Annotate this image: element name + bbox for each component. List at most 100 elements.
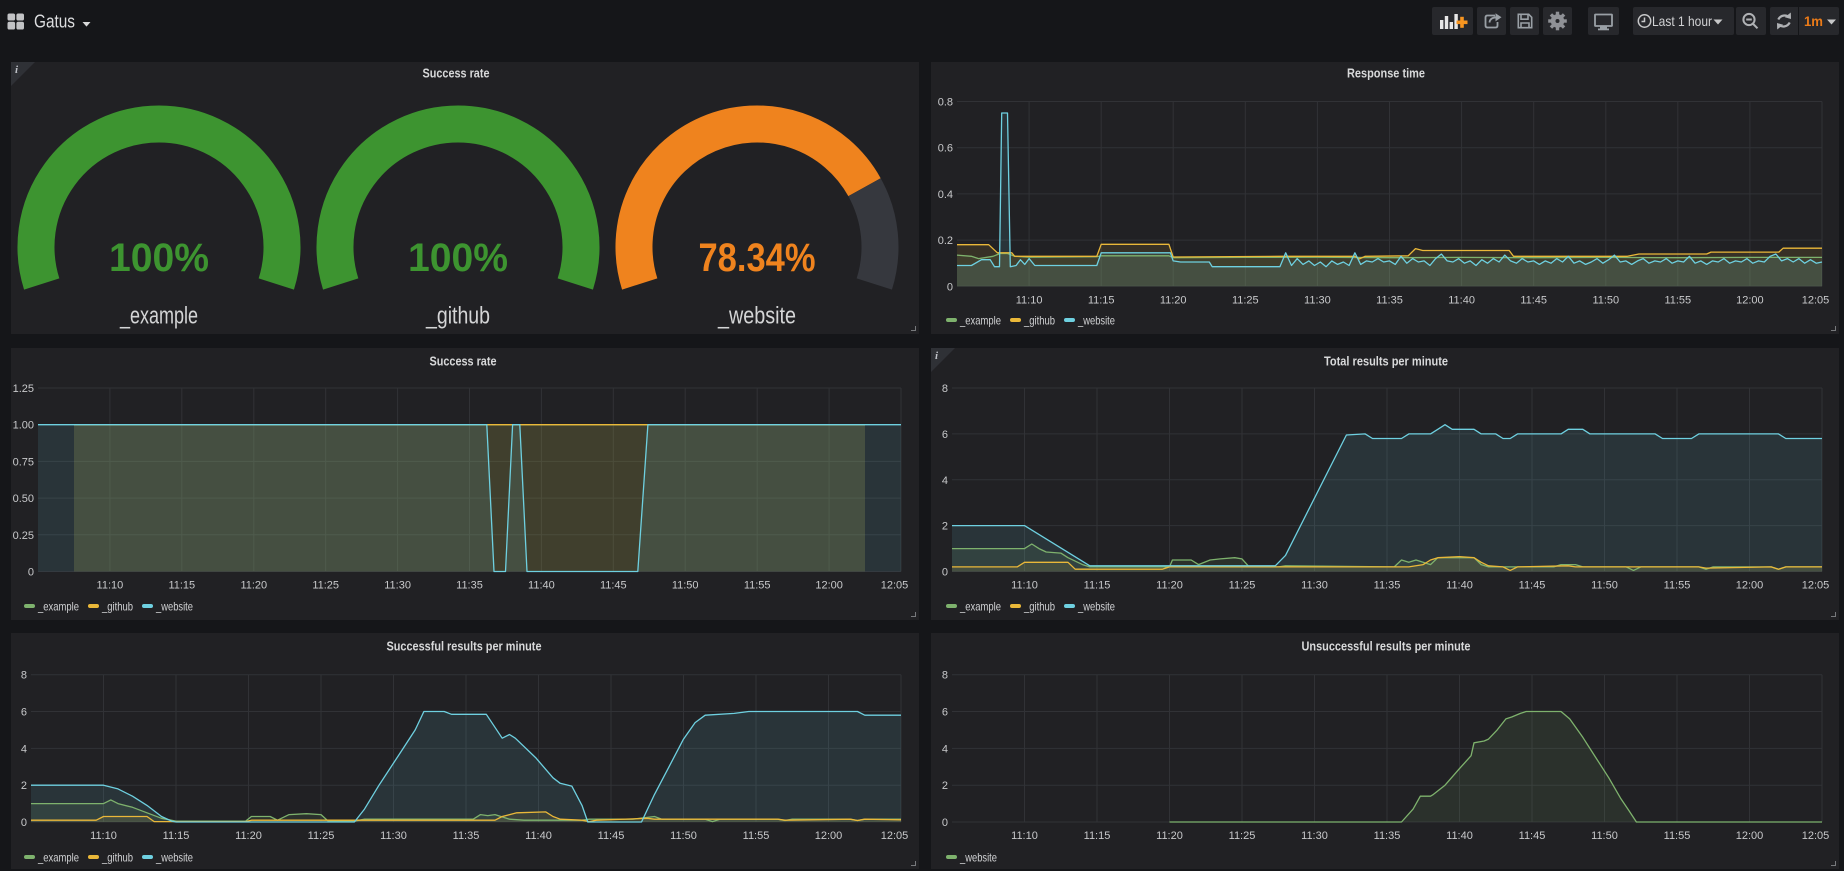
- svg-text:11:30: 11:30: [380, 830, 407, 842]
- svg-text:8: 8: [942, 670, 948, 682]
- svg-text:11:25: 11:25: [312, 580, 339, 592]
- svg-text:11:35: 11:35: [456, 580, 483, 592]
- svg-text:11:15: 11:15: [1084, 580, 1111, 592]
- svg-text:11:55: 11:55: [1664, 294, 1691, 306]
- svg-text:11:45: 11:45: [1519, 830, 1546, 842]
- svg-text:11:50: 11:50: [1591, 830, 1618, 842]
- svg-text:11:25: 11:25: [308, 830, 335, 842]
- svg-text:0: 0: [942, 817, 948, 829]
- svg-text:_github: _github: [101, 599, 133, 613]
- svg-text:12:05: 12:05: [881, 830, 909, 842]
- svg-text:0: 0: [942, 566, 948, 578]
- svg-text:11:45: 11:45: [1520, 294, 1547, 306]
- svg-text:11:15: 11:15: [168, 580, 195, 592]
- svg-text:12:05: 12:05: [1802, 830, 1830, 842]
- svg-text:11:50: 11:50: [670, 830, 697, 842]
- svg-text:11:20: 11:20: [1156, 830, 1183, 842]
- svg-text:2: 2: [21, 780, 27, 792]
- svg-text:12:00: 12:00: [815, 830, 843, 842]
- svg-text:11:20: 11:20: [1160, 294, 1187, 306]
- svg-text:11:20: 11:20: [1156, 580, 1183, 592]
- svg-text:_example: _example: [119, 303, 198, 330]
- svg-text:_example: _example: [37, 599, 79, 613]
- svg-text:11:40: 11:40: [1446, 580, 1473, 592]
- svg-text:12:05: 12:05: [881, 580, 909, 592]
- svg-text:0: 0: [21, 817, 27, 829]
- svg-text:11:40: 11:40: [1446, 830, 1473, 842]
- svg-text:11:55: 11:55: [1664, 830, 1691, 842]
- svg-text:11:55: 11:55: [744, 580, 771, 592]
- svg-text:2: 2: [942, 780, 948, 792]
- svg-text:_website: _website: [155, 850, 193, 864]
- svg-text:11:40: 11:40: [528, 580, 555, 592]
- svg-text:11:25: 11:25: [1229, 580, 1256, 592]
- svg-text:0.50: 0.50: [13, 493, 34, 505]
- svg-text:11:20: 11:20: [240, 580, 267, 592]
- svg-text:_example: _example: [37, 850, 79, 864]
- svg-text:Successful results per minute: Successful results per minute: [387, 639, 542, 654]
- svg-text:4: 4: [942, 475, 948, 487]
- svg-text:11:35: 11:35: [453, 830, 480, 842]
- svg-text:11:50: 11:50: [1592, 294, 1619, 306]
- svg-text:Unsuccessful results per minut: Unsuccessful results per minute: [1302, 639, 1471, 654]
- svg-text:4: 4: [942, 743, 948, 755]
- svg-text:11:30: 11:30: [1304, 294, 1331, 306]
- svg-text:11:55: 11:55: [743, 830, 770, 842]
- svg-text:11:40: 11:40: [1448, 294, 1475, 306]
- svg-text:11:45: 11:45: [600, 580, 627, 592]
- svg-text:11:45: 11:45: [598, 830, 625, 842]
- svg-text:12:00: 12:00: [815, 580, 843, 592]
- svg-text:11:10: 11:10: [1011, 580, 1038, 592]
- svg-text:8: 8: [21, 670, 27, 682]
- svg-text:_website: _website: [959, 850, 997, 864]
- svg-text:_github: _github: [1023, 599, 1055, 613]
- svg-text:11:30: 11:30: [384, 580, 411, 592]
- svg-text:Success rate: Success rate: [430, 354, 497, 369]
- svg-text:1m: 1m: [1804, 13, 1823, 29]
- svg-text:_website: _website: [155, 599, 193, 613]
- svg-text:11:15: 11:15: [163, 830, 190, 842]
- svg-text:_github: _github: [425, 303, 490, 330]
- svg-text:1.00: 1.00: [13, 420, 34, 432]
- svg-text:_website: _website: [717, 303, 796, 330]
- svg-text:11:30: 11:30: [1301, 830, 1328, 842]
- svg-text:1.25: 1.25: [13, 383, 34, 395]
- svg-text:11:25: 11:25: [1232, 294, 1259, 306]
- svg-text:Total results per minute: Total results per minute: [1324, 354, 1448, 369]
- svg-text:6: 6: [21, 706, 27, 718]
- svg-text:11:10: 11:10: [1016, 294, 1043, 306]
- svg-text:11:10: 11:10: [1011, 830, 1038, 842]
- svg-text:0.4: 0.4: [938, 189, 953, 201]
- svg-text:11:20: 11:20: [235, 830, 262, 842]
- svg-text:Gatus: Gatus: [34, 12, 75, 32]
- svg-text:0.75: 0.75: [13, 456, 34, 468]
- svg-text:11:35: 11:35: [1374, 580, 1401, 592]
- svg-text:11:55: 11:55: [1664, 580, 1691, 592]
- svg-text:11:25: 11:25: [1229, 830, 1256, 842]
- svg-text:11:50: 11:50: [672, 580, 699, 592]
- svg-text:0.8: 0.8: [938, 96, 953, 108]
- svg-text:0: 0: [28, 566, 34, 578]
- svg-text:2: 2: [942, 521, 948, 533]
- svg-text:11:10: 11:10: [97, 580, 124, 592]
- svg-text:11:45: 11:45: [1519, 580, 1546, 592]
- svg-text:Response time: Response time: [1347, 66, 1425, 81]
- svg-text:0: 0: [947, 281, 953, 293]
- svg-text:11:35: 11:35: [1376, 294, 1403, 306]
- svg-text:_website: _website: [1077, 313, 1115, 327]
- svg-text:11:30: 11:30: [1301, 580, 1328, 592]
- svg-text:12:00: 12:00: [1736, 294, 1764, 306]
- svg-text:0.2: 0.2: [938, 235, 953, 247]
- svg-text:_website: _website: [1077, 599, 1115, 613]
- svg-text:6: 6: [942, 706, 948, 718]
- svg-text:11:10: 11:10: [90, 830, 117, 842]
- svg-text:11:15: 11:15: [1084, 830, 1111, 842]
- svg-text:0.25: 0.25: [13, 530, 34, 542]
- svg-text:11:35: 11:35: [1374, 830, 1401, 842]
- svg-text:_github: _github: [1023, 313, 1055, 327]
- svg-text:8: 8: [942, 383, 948, 395]
- svg-text:_github: _github: [101, 850, 133, 864]
- svg-text:78.34%: 78.34%: [699, 236, 816, 280]
- svg-text:11:50: 11:50: [1591, 580, 1618, 592]
- svg-text:Success rate: Success rate: [423, 66, 490, 81]
